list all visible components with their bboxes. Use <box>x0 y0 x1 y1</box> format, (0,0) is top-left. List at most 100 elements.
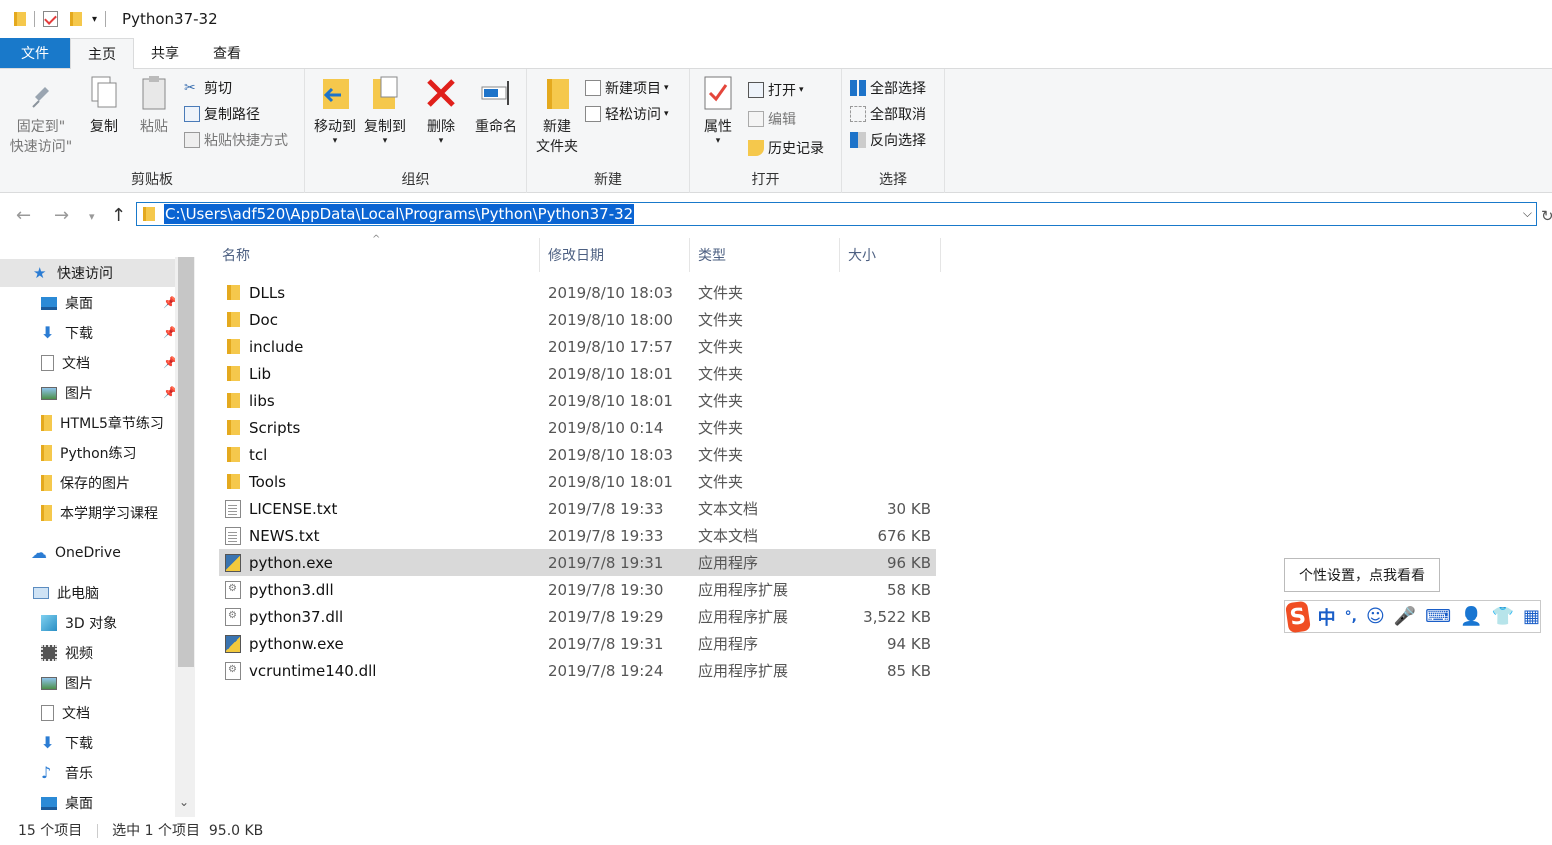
file-name-cell: Tools <box>219 473 546 491</box>
chevron-down-icon: ▾ <box>715 136 721 146</box>
toolbox-grid-icon[interactable]: ▦ <box>1523 606 1540 627</box>
column-type[interactable]: 类型 <box>690 238 840 272</box>
up-arrow-icon[interactable]: ↑ <box>111 205 126 226</box>
nav-label: HTML5章节练习 <box>60 416 164 432</box>
history-icon <box>748 140 764 156</box>
pin-icon[interactable]: 📌 <box>163 296 175 309</box>
nav-item-documents[interactable]: 文档 <box>0 699 175 727</box>
file-row[interactable]: Tools 2019/8/10 18:01 文件夹 <box>219 468 936 495</box>
address-bar[interactable]: C:\Users\adf520\AppData\Local\Programs\P… <box>136 202 1537 226</box>
nav-quick-access[interactable]: ★ 快速访问 <box>0 259 175 287</box>
paste-shortcut-label: 粘贴快捷方式 <box>204 133 288 149</box>
tab-share[interactable]: 共享 <box>134 38 196 68</box>
scroll-down-icon[interactable]: ⌄ <box>179 795 189 809</box>
file-row[interactable]: LICENSE.txt 2019/7/8 19:33 文本文档 30 KB <box>219 495 936 522</box>
ime-punctuation[interactable]: °, <box>1345 609 1357 625</box>
copy-button[interactable]: 复制 <box>84 75 124 137</box>
new-folder-quick-icon[interactable] <box>70 12 82 26</box>
file-row[interactable]: Lib 2019/8/10 18:01 文件夹 <box>219 360 936 387</box>
pin-icon[interactable]: 📌 <box>163 386 175 399</box>
chevron-down-icon[interactable]: ⌵ <box>1523 206 1532 221</box>
new-folder-button[interactable]: 新建 文件夹 <box>531 75 583 157</box>
nav-item-videos[interactable]: 视频 <box>0 639 175 667</box>
nav-item-desktop[interactable]: 桌面 📌 <box>0 289 175 317</box>
cut-button[interactable]: ✂ 剪切 <box>184 78 232 98</box>
nav-item-music[interactable]: ♪ 音乐 <box>0 759 175 787</box>
delete-button[interactable]: 删除 ▾ <box>421 75 461 146</box>
tab-home[interactable]: 主页 <box>70 38 134 69</box>
edit-button[interactable]: 编辑 <box>748 109 796 129</box>
move-to-button[interactable]: 移动到 ▾ <box>311 75 359 146</box>
file-row[interactable]: pythonw.exe 2019/7/8 19:31 应用程序 94 KB <box>219 630 936 657</box>
recent-locations-chevron-icon[interactable]: ▾ <box>89 210 95 223</box>
copy-to-button[interactable]: 复制到 ▾ <box>361 75 409 146</box>
file-row[interactable]: DLLs 2019/8/10 18:03 文件夹 <box>219 279 936 306</box>
file-row[interactable]: python.exe 2019/7/8 19:31 应用程序 96 KB <box>219 549 936 576</box>
pin-quick-access-button[interactable]: 固定到" 快速访问" <box>8 75 74 157</box>
customize-toolbar-icon[interactable]: ▾ <box>92 14 97 25</box>
file-row[interactable]: tcl 2019/8/10 18:03 文件夹 <box>219 441 936 468</box>
file-row[interactable]: libs 2019/8/10 18:01 文件夹 <box>219 387 936 414</box>
file-date: 2019/7/8 19:31 <box>548 553 664 572</box>
copy-to-icon <box>369 75 401 111</box>
refresh-icon[interactable]: ↻ <box>1541 207 1552 225</box>
history-button[interactable]: 历史记录 <box>748 138 824 158</box>
tab-file[interactable]: 文件 <box>0 38 70 68</box>
nav-item-downloads[interactable]: ⬇ 下载 <box>0 729 175 757</box>
microphone-icon[interactable]: 🎤 <box>1394 606 1416 627</box>
select-none-button[interactable]: 全部取消 <box>850 104 926 124</box>
skin-shirt-icon[interactable]: 👕 <box>1492 606 1514 627</box>
properties-button[interactable]: 属性 ▾ <box>698 75 738 146</box>
nav-item-3d-objects[interactable]: 3D 对象 <box>0 609 175 637</box>
paste-shortcut-button[interactable]: 粘贴快捷方式 <box>184 130 288 150</box>
tab-view[interactable]: 查看 <box>196 38 258 68</box>
open-button[interactable]: 打开 ▾ <box>748 80 804 100</box>
nav-item-desktop[interactable]: 桌面 <box>0 789 175 817</box>
pin-icon[interactable]: 📌 <box>163 356 175 369</box>
file-size: 3,522 KB <box>863 607 931 626</box>
address-path[interactable]: C:\Users\adf520\AppData\Local\Programs\P… <box>164 204 635 224</box>
paste-button[interactable]: 粘贴 <box>134 75 174 137</box>
file-name: NEWS.txt <box>249 526 320 545</box>
nav-item-pictures[interactable]: 图片 <box>0 669 175 697</box>
column-size[interactable]: 大小 <box>840 238 941 272</box>
nav-item-downloads[interactable]: ⬇ 下载 📌 <box>0 319 175 347</box>
rename-button[interactable]: 重命名 <box>471 75 521 137</box>
nav-item-folder[interactable]: Python练习 <box>0 439 175 467</box>
file-row[interactable]: Doc 2019/8/10 18:00 文件夹 <box>219 306 936 333</box>
emoji-icon[interactable]: ☺ <box>1366 606 1385 627</box>
new-item-button[interactable]: 新建项目 ▾ <box>585 78 669 98</box>
file-row[interactable]: python3.dll 2019/7/8 19:30 应用程序扩展 58 KB <box>219 576 936 603</box>
nav-label: 桌面 <box>65 296 93 312</box>
column-date[interactable]: 修改日期 <box>540 238 690 272</box>
copy-path-button[interactable]: 复制路径 <box>184 104 260 124</box>
chevron-down-icon: ▾ <box>664 109 669 119</box>
file-row[interactable]: NEWS.txt 2019/7/8 19:33 文本文档 676 KB <box>219 522 936 549</box>
user-icon[interactable]: 👤 <box>1460 606 1482 627</box>
nav-onedrive[interactable]: ☁ OneDrive <box>0 539 175 567</box>
keyboard-icon[interactable]: ⌨ <box>1425 606 1451 627</box>
column-name[interactable]: 名称 <box>219 238 540 272</box>
nav-item-folder[interactable]: 保存的图片 <box>0 469 175 497</box>
file-row[interactable]: vcruntime140.dll 2019/7/8 19:24 应用程序扩展 85 K… <box>219 657 936 684</box>
invert-selection-button[interactable]: 反向选择 <box>850 130 926 150</box>
properties-quick-icon[interactable] <box>43 11 58 27</box>
file-row[interactable]: include 2019/8/10 17:57 文件夹 <box>219 333 936 360</box>
nav-item-folder[interactable]: HTML5章节练习 <box>0 409 175 437</box>
pin-icon[interactable]: 📌 <box>163 326 175 339</box>
forward-arrow-icon[interactable]: → <box>54 205 69 226</box>
nav-scrollbar-thumb[interactable] <box>178 257 194 667</box>
sogou-logo-icon[interactable]: S <box>1285 600 1311 633</box>
cube-icon <box>41 615 57 631</box>
file-row[interactable]: Scripts 2019/8/10 0:14 文件夹 <box>219 414 936 441</box>
ime-mode-chinese[interactable]: 中 <box>1318 604 1336 630</box>
back-arrow-icon[interactable]: ← <box>16 205 31 226</box>
nav-item-folder[interactable]: 本学期学习课程 <box>0 499 175 527</box>
nav-item-pictures[interactable]: 图片 📌 <box>0 379 175 407</box>
nav-this-pc[interactable]: 此电脑 <box>0 579 175 607</box>
easy-access-button[interactable]: 轻松访问 ▾ <box>585 104 669 124</box>
select-all-button[interactable]: 全部选择 <box>850 78 926 98</box>
file-row[interactable]: python37.dll 2019/7/8 19:29 应用程序扩展 3,522 KB <box>219 603 936 630</box>
exe-icon <box>225 634 241 653</box>
nav-item-documents[interactable]: 文档 📌 <box>0 349 175 377</box>
